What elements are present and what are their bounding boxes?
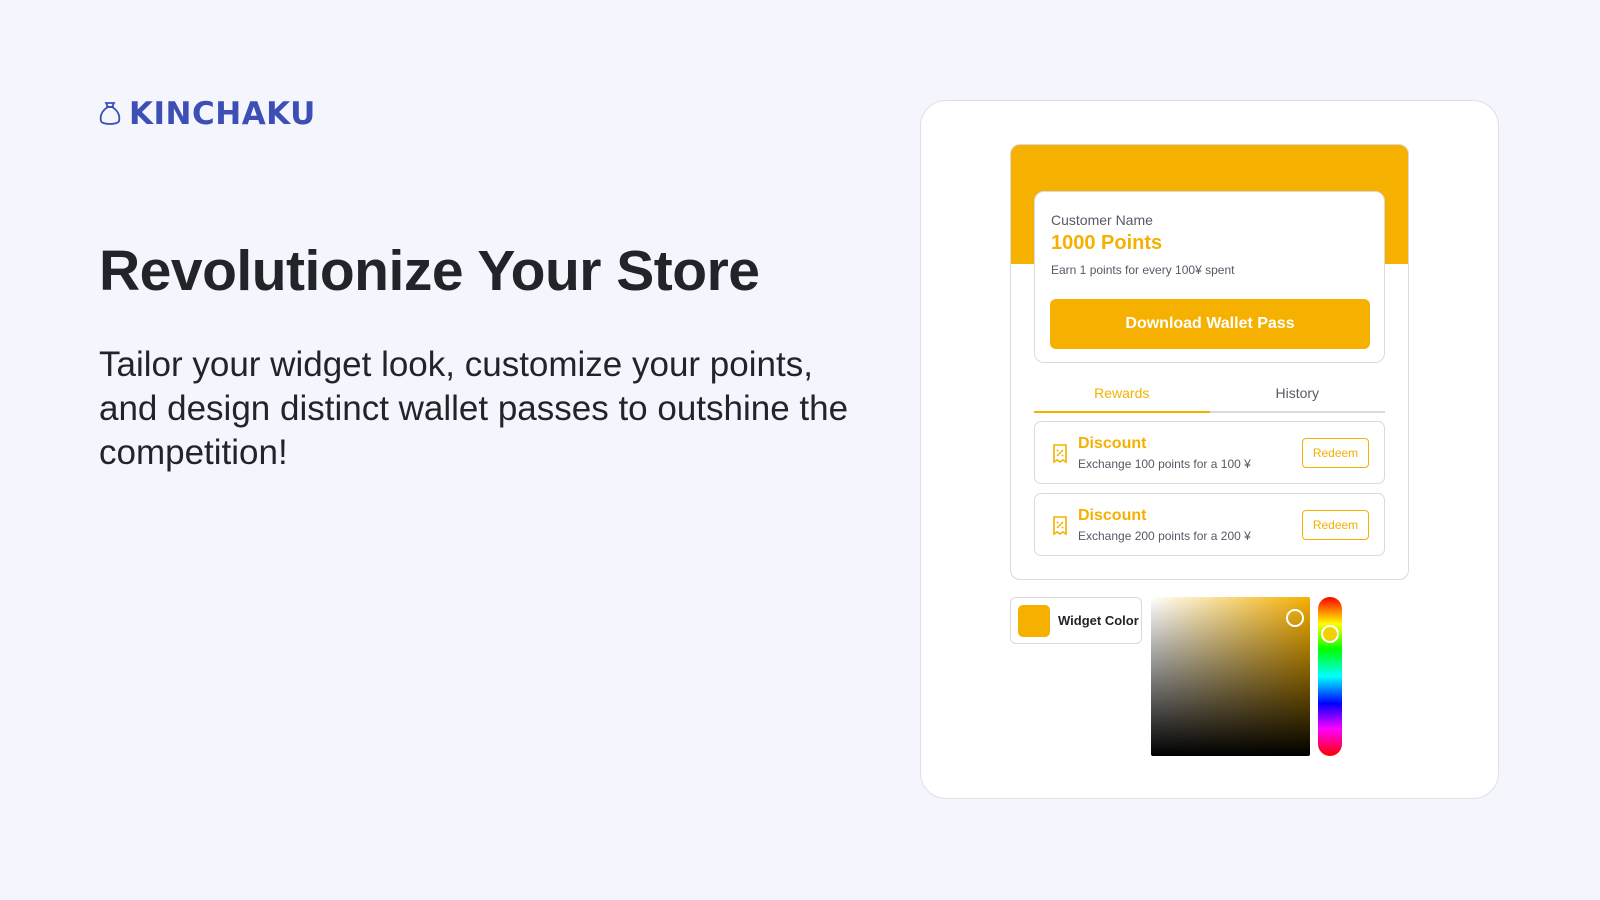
hero-subtitle: Tailor your widget look, customize your … [99, 345, 849, 472]
widget-color-button[interactable]: Widget Color [1010, 597, 1142, 644]
tab-history[interactable]: History [1210, 381, 1386, 411]
money-bag-icon [99, 102, 121, 125]
saturation-value-picker[interactable] [1151, 597, 1310, 756]
reward-description: Exchange 200 points for a 200 ¥ [1078, 529, 1251, 543]
saturation-handle[interactable] [1286, 609, 1304, 627]
earn-rule: Earn 1 points for every 100¥ spent [1051, 263, 1235, 277]
redeem-button[interactable]: Redeem [1302, 438, 1369, 468]
redeem-button[interactable]: Redeem [1302, 510, 1369, 540]
hue-slider[interactable] [1318, 597, 1342, 756]
widget-color-label: Widget Color [1058, 613, 1139, 628]
tab-rewards[interactable]: Rewards [1034, 381, 1210, 413]
reward-title: Discount [1078, 507, 1147, 524]
points-card: Customer Name 1000 Points Earn 1 points … [1034, 191, 1385, 363]
customer-name: Customer Name [1051, 212, 1153, 228]
points-balance: 1000 Points [1051, 232, 1163, 254]
reward-item: Discount Exchange 200 points for a 200 ¥… [1034, 493, 1385, 556]
hero-title: Revolutionize Your Store [99, 239, 760, 303]
color-swatch [1018, 605, 1050, 637]
brand-logo: KINCHAKU [99, 96, 316, 132]
brand-name: KINCHAKU [129, 96, 316, 132]
coupon-icon [1053, 516, 1067, 536]
reward-description: Exchange 100 points for a 100 ¥ [1078, 457, 1251, 471]
reward-item: Discount Exchange 100 points for a 100 ¥… [1034, 421, 1385, 484]
hue-handle[interactable] [1321, 625, 1339, 643]
reward-title: Discount [1078, 435, 1147, 452]
widget-tabs: Rewards History [1034, 381, 1385, 413]
download-wallet-pass-button[interactable]: Download Wallet Pass [1050, 299, 1370, 349]
coupon-icon [1053, 444, 1067, 464]
